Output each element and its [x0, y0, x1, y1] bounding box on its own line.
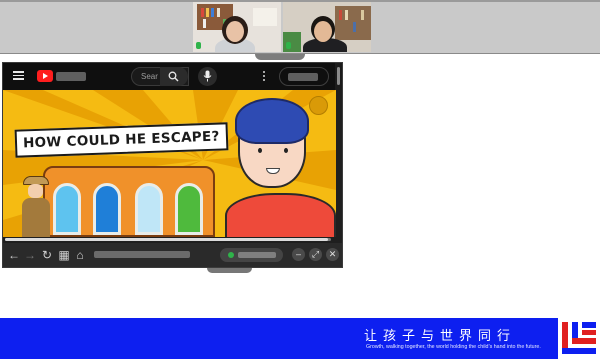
banner-title: 让孩子与世界同行	[364, 329, 517, 344]
tunnel-door-sun	[135, 183, 163, 235]
voice-search-button[interactable]	[198, 67, 217, 86]
mic-on-icon	[196, 42, 201, 49]
active-tab-pill[interactable]	[220, 248, 283, 262]
close-icon[interactable]: ✕	[326, 248, 339, 261]
brand-banner: 让孩子与世界同行 Growth, walking together, the w…	[0, 318, 600, 359]
account-button[interactable]	[279, 67, 329, 86]
video-player[interactable]: HOW COULD HE ESCAPE?	[3, 90, 336, 237]
search-icon	[168, 71, 179, 82]
screen: Sear HOW COULD HE ESCAPE? ← → ↻ ▦ ⌂ – ⤢ …	[0, 0, 600, 359]
participant-tile-1[interactable]	[193, 2, 281, 52]
banner-subtitle: Growth, walking together, the world hold…	[366, 344, 541, 350]
logo-red-bar	[572, 338, 596, 344]
mic-icon	[203, 70, 212, 82]
window-drag-handle[interactable]	[207, 268, 252, 273]
participant-tile-2[interactable]	[283, 2, 371, 52]
book	[206, 8, 209, 17]
participant-face	[314, 21, 332, 42]
youtube-topbar: Sear	[3, 63, 342, 90]
brand-logo	[558, 318, 600, 359]
minimize-icon[interactable]: –	[292, 248, 305, 261]
book	[211, 8, 214, 17]
stone-wall	[43, 166, 215, 237]
scrollbar[interactable]	[335, 63, 342, 90]
logo-red-bar	[582, 330, 596, 335]
search-button[interactable]	[160, 67, 188, 86]
explorer-character	[19, 176, 53, 237]
book	[203, 19, 206, 28]
search-placeholder: Sear	[141, 72, 158, 81]
reload-icon[interactable]: ↻	[40, 248, 54, 262]
more-vert-icon[interactable]	[263, 71, 266, 82]
tunnel-door-lion	[175, 183, 203, 235]
forward-icon[interactable]: →	[23, 248, 37, 262]
video-progress-fill	[5, 238, 328, 241]
call-strip-handle[interactable]	[255, 54, 305, 60]
book	[345, 10, 348, 20]
home-icon[interactable]: ⌂	[73, 248, 87, 262]
restore-icon[interactable]: ⤢	[309, 248, 322, 261]
video-caption-text: HOW COULD HE ESCAPE?	[22, 128, 220, 152]
book	[201, 8, 204, 17]
book	[361, 10, 364, 20]
redacted-tab-title	[238, 252, 276, 258]
menu-icon[interactable]	[13, 71, 24, 80]
wall-shelf	[253, 8, 277, 26]
channel-badge	[309, 96, 328, 115]
book	[217, 8, 220, 17]
youtube-logo-icon[interactable]	[37, 70, 53, 82]
tunnel-door-water	[53, 183, 81, 235]
address-bar[interactable]	[94, 251, 190, 258]
redacted-logo-text	[56, 72, 86, 81]
cartoon-boy-shirt	[225, 193, 336, 237]
video-call-strip	[0, 0, 600, 54]
logo-blue-bar	[562, 348, 596, 354]
mic-on-icon	[286, 42, 291, 49]
book	[353, 22, 356, 32]
participant-face	[226, 21, 244, 42]
grid-icon[interactable]: ▦	[57, 248, 71, 262]
video-progress-bar[interactable]	[5, 238, 331, 241]
tab-status-dot	[228, 252, 234, 258]
back-icon[interactable]: ←	[7, 248, 21, 262]
cartoon-boy-hair	[235, 98, 309, 144]
floating-browser-window[interactable]: Sear HOW COULD HE ESCAPE? ← → ↻ ▦ ⌂ – ⤢ …	[2, 62, 343, 268]
book	[339, 10, 342, 20]
tunnel-door-shark	[93, 183, 121, 235]
browser-navbar: ← → ↻ ▦ ⌂ – ⤢ ✕	[3, 243, 342, 267]
redacted-account	[288, 73, 318, 81]
logo-blue-bar	[582, 322, 596, 328]
